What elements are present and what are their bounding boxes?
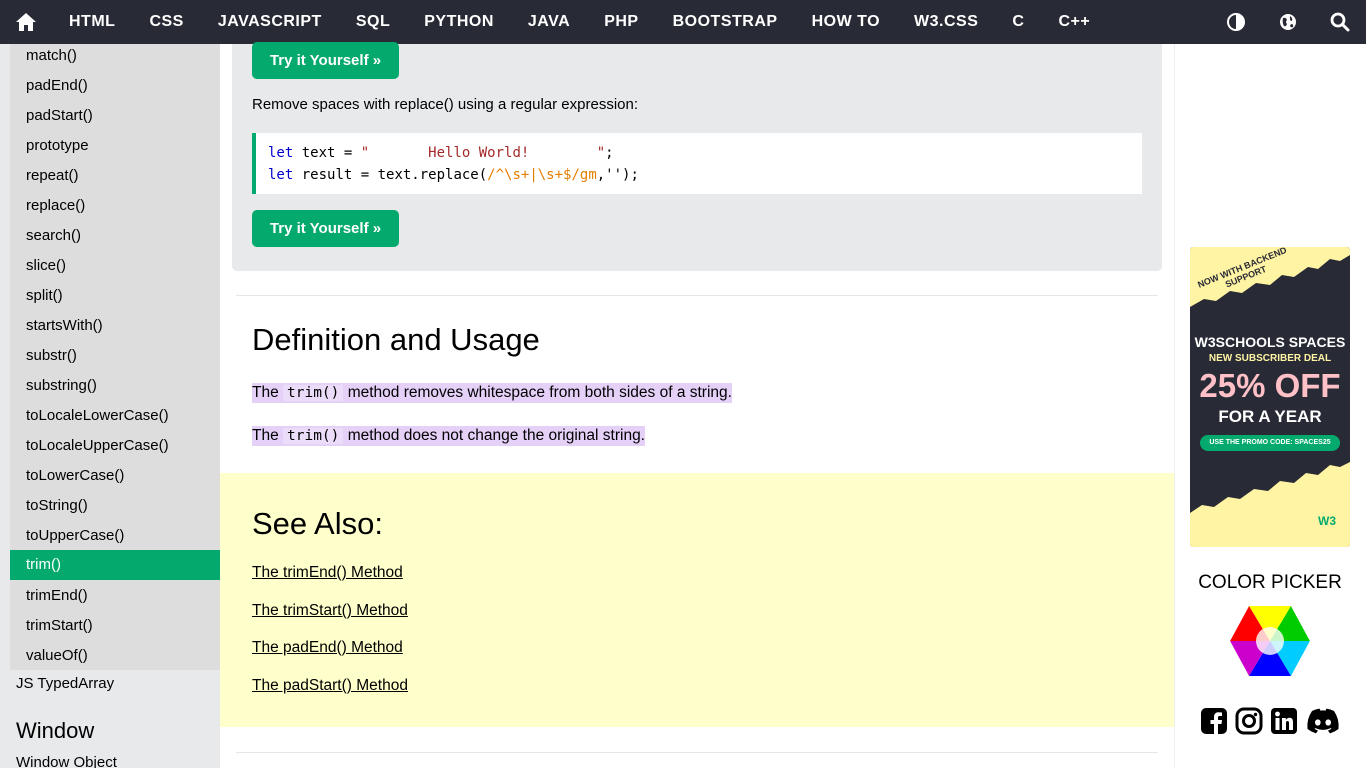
code-keyword: let: [268, 145, 294, 161]
code-keyword: let: [268, 167, 294, 183]
ad-promo-code: USE THE PROMO CODE: SPACES25: [1200, 435, 1340, 451]
definition-heading: Definition and Usage: [252, 322, 540, 357]
nav-python[interactable]: PYTHON: [407, 0, 511, 44]
divider: [236, 295, 1158, 296]
sidebar-item-trimend[interactable]: trimEnd(): [10, 581, 220, 611]
nav-howto[interactable]: HOW TO: [795, 0, 897, 44]
color-picker-title: COLOR PICKER: [1198, 572, 1342, 593]
sidebar-item-typedarray[interactable]: JS TypedArray: [0, 675, 220, 692]
sidebar-item-window-object[interactable]: Window Object: [0, 754, 220, 768]
text: method removes whitespace from both side…: [343, 384, 732, 401]
sidebar-item-tolocaleuppercase[interactable]: toLocaleUpperCase(): [10, 431, 220, 461]
sidebar: match() padEnd() padStart() prototype re…: [0, 44, 220, 768]
link-padstart[interactable]: The padStart() Method: [252, 677, 408, 695]
sidebar-item-split[interactable]: split(): [10, 281, 220, 311]
sidebar-item-substring[interactable]: substring(): [10, 371, 220, 401]
nav-sql[interactable]: SQL: [339, 0, 407, 44]
nav-css[interactable]: CSS: [132, 0, 200, 44]
try-it-yourself-button[interactable]: Try it Yourself »: [252, 42, 399, 79]
ad-subtitle: NEW SUBSCRIBER DEAL: [1208, 353, 1332, 364]
sidebar-item-valueof[interactable]: valueOf(): [10, 641, 220, 671]
sidebar-item-touppercase[interactable]: toUpperCase(): [10, 521, 220, 551]
example-description: Remove spaces with replace() using a reg…: [252, 96, 639, 113]
top-navbar: HTML CSS JAVASCRIPT SQL PYTHON JAVA PHP …: [0, 0, 1366, 44]
home-icon[interactable]: [0, 0, 52, 44]
code-string: " Hello World! ": [360, 145, 606, 161]
sidebar-item-trim[interactable]: trim(): [10, 550, 220, 580]
sidebar-item-tolowercase[interactable]: toLowerCase(): [10, 461, 220, 491]
see-also-heading: See Also:: [252, 506, 383, 541]
code-example: let text = " Hello World! "; let result …: [252, 133, 1142, 194]
ad-period: FOR A YEAR: [1218, 407, 1322, 426]
link-trimend[interactable]: The trimEnd() Method: [252, 564, 403, 582]
link-trimstart[interactable]: The trimStart() Method: [252, 602, 408, 620]
instagram-icon[interactable]: [1234, 706, 1264, 736]
ad-title: W3SCHOOLS SPACES: [1194, 334, 1346, 350]
text: The: [252, 384, 284, 401]
sidebar-item-tostring[interactable]: toString(): [10, 491, 220, 521]
nav-c[interactable]: C: [995, 0, 1041, 44]
code-text: ,'');: [596, 167, 639, 183]
sidebar-item-repeat[interactable]: repeat(): [10, 161, 220, 191]
nav-javascript[interactable]: JAVASCRIPT: [201, 0, 339, 44]
nav-cpp[interactable]: C++: [1041, 0, 1107, 44]
search-icon[interactable]: [1314, 0, 1366, 44]
sidebar-item-match[interactable]: match(): [10, 44, 220, 71]
ad-discount: 25% OFF: [1199, 367, 1341, 404]
definition-paragraph-1: The trim() method removes whitespace fro…: [252, 383, 732, 403]
w3schools-logo: W3: [1318, 514, 1336, 528]
nav-bootstrap[interactable]: BOOTSTRAP: [656, 0, 795, 44]
sidebar-item-startswith[interactable]: startsWith(): [10, 311, 220, 341]
sidebar-item-prototype[interactable]: prototype: [10, 131, 220, 161]
text: method does not change the original stri…: [343, 427, 645, 444]
sidebar-item-tolocalelowercase[interactable]: toLocaleLowerCase(): [10, 401, 220, 431]
sidebar-item-replace[interactable]: replace(): [10, 191, 220, 221]
try-it-yourself-button-2[interactable]: Try it Yourself »: [252, 210, 399, 247]
sidebar-item-search[interactable]: search(): [10, 221, 220, 251]
contrast-icon[interactable]: [1210, 0, 1262, 44]
ad-banner[interactable]: NOW WITH BACKEND SUPPORT W3SCHOOLS SPACE…: [1190, 247, 1350, 547]
nav-html[interactable]: HTML: [52, 0, 132, 44]
sidebar-item-slice[interactable]: slice(): [10, 251, 220, 281]
nav-php[interactable]: PHP: [587, 0, 655, 44]
globe-icon[interactable]: [1262, 0, 1314, 44]
sidebar-section-window: Window: [16, 718, 95, 743]
code-text: text =: [293, 145, 361, 161]
sidebar-item-trimstart[interactable]: trimStart(): [10, 611, 220, 641]
discord-icon[interactable]: [1305, 706, 1341, 736]
nav-java[interactable]: JAVA: [511, 0, 587, 44]
facebook-icon[interactable]: [1199, 706, 1229, 736]
code-text: ;: [605, 145, 614, 161]
linkedin-icon[interactable]: [1269, 706, 1299, 736]
link-padend[interactable]: The padEnd() Method: [252, 639, 403, 657]
sidebar-item-padstart[interactable]: padStart(): [10, 101, 220, 131]
sidebar-item-substr[interactable]: substr(): [10, 341, 220, 371]
color-picker-icon[interactable]: [1229, 604, 1311, 678]
inline-code: trim(): [283, 385, 344, 401]
code-regex: /^\s+|\s+$/gm: [487, 167, 597, 183]
code-text: result = text.replace(: [293, 167, 488, 183]
divider-bottom: [236, 752, 1158, 753]
sidebar-item-padend[interactable]: padEnd(): [10, 71, 220, 101]
nav-w3css[interactable]: W3.CSS: [897, 0, 995, 44]
definition-paragraph-2: The trim() method does not change the or…: [252, 426, 645, 446]
text: The: [252, 427, 284, 444]
inline-code: trim(): [283, 428, 344, 444]
